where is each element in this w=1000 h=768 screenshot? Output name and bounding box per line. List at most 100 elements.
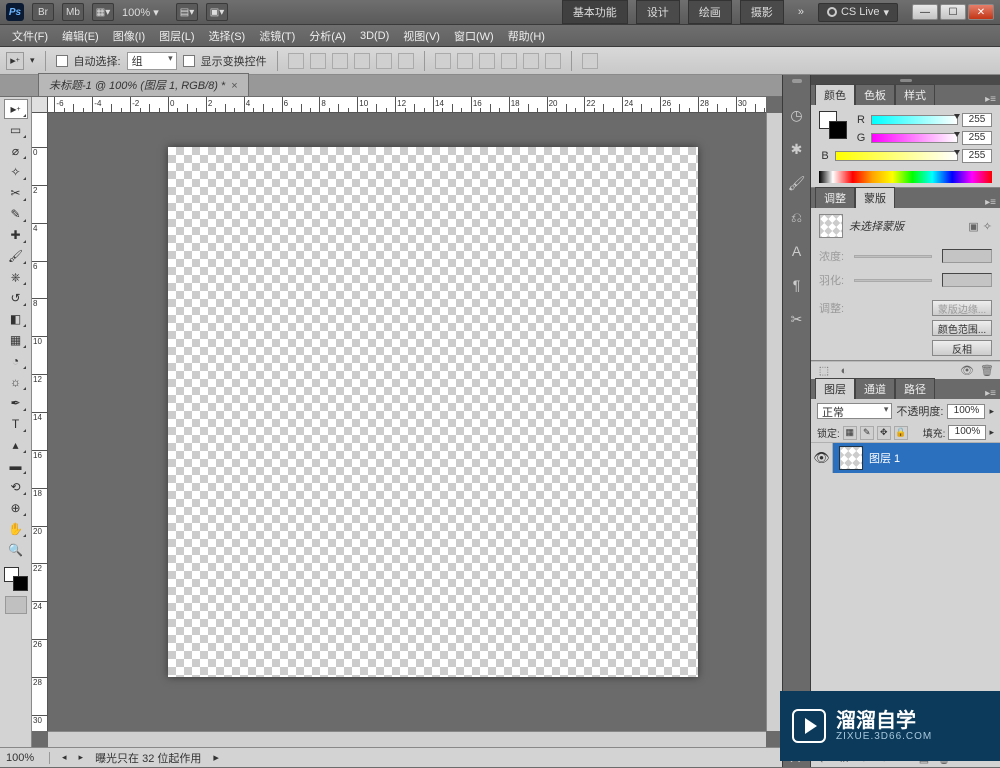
workspace-more[interactable]: » [792, 6, 810, 18]
brush-preset-icon[interactable]: 🖌 [787, 173, 807, 193]
panel-menu-icon[interactable]: ▸≡ [981, 197, 1000, 208]
scrollbar-vertical[interactable] [766, 113, 782, 731]
close-tab-icon[interactable]: × [231, 80, 237, 92]
color-spectrum[interactable] [819, 171, 992, 183]
delete-mask-icon[interactable]: 🗑 [980, 364, 994, 378]
align-icon[interactable] [310, 53, 326, 69]
3d-tool[interactable]: ⟲ [4, 477, 28, 497]
3d-camera-tool[interactable]: ⊕ [4, 498, 28, 518]
bridge-button[interactable]: Br [32, 3, 54, 21]
menu-help[interactable]: 帮助(H) [502, 26, 551, 46]
menu-view[interactable]: 视图(V) [397, 26, 446, 46]
hand-tool[interactable]: ✋ [4, 519, 28, 539]
tools-preset-icon[interactable]: ✂ [787, 309, 807, 329]
brush-tool[interactable]: 🖌 [4, 246, 28, 266]
lock-transparency-icon[interactable]: ▦ [843, 426, 857, 440]
menu-window[interactable]: 窗口(W) [448, 26, 500, 46]
pen-tool[interactable]: ✒ [4, 393, 28, 413]
character-icon[interactable]: A [787, 241, 807, 261]
color-swatches[interactable] [4, 567, 28, 591]
distribute-icon[interactable] [457, 53, 473, 69]
vector-mask-icon[interactable]: ✧ [983, 220, 992, 233]
arrange-docs-button[interactable]: ▤▾ [176, 3, 198, 21]
workspace-tab-photo[interactable]: 摄影 [740, 0, 784, 24]
b-slider[interactable] [835, 151, 958, 161]
layer-row[interactable]: 👁 图层 1 [811, 443, 1000, 473]
dodge-tool[interactable]: ☼ [4, 372, 28, 392]
auto-select-mode[interactable]: 组 [127, 52, 177, 70]
menu-analysis[interactable]: 分析(A) [303, 26, 352, 46]
invert-button[interactable]: 反相 [932, 340, 992, 356]
distribute-icon[interactable] [435, 53, 451, 69]
workspace-tab-basic[interactable]: 基本功能 [562, 0, 628, 24]
eraser-tool[interactable]: ◧ [4, 309, 28, 329]
g-value[interactable]: 255 [962, 131, 992, 145]
status-zoom[interactable]: 100% [6, 752, 50, 764]
g-slider[interactable] [871, 133, 958, 143]
mask-edge-button[interactable]: 蒙版边缘... [932, 300, 992, 316]
brushset-icon[interactable]: ✱ [787, 139, 807, 159]
align-icon[interactable] [354, 53, 370, 69]
r-value[interactable]: 255 [962, 113, 992, 127]
r-slider[interactable] [871, 115, 958, 125]
quickmask-toggle[interactable] [5, 596, 27, 614]
lock-position-icon[interactable]: ✥ [877, 426, 891, 440]
distribute-icon[interactable] [545, 53, 561, 69]
menu-edit[interactable]: 编辑(E) [56, 26, 105, 46]
zoom-tool[interactable]: 🔍 [4, 540, 28, 560]
tab-layers[interactable]: 图层 [815, 378, 855, 399]
move-tool-preset[interactable]: ▸+ [6, 52, 24, 70]
align-icon[interactable] [332, 53, 348, 69]
tab-adjustments[interactable]: 调整 [815, 187, 855, 208]
menu-3d[interactable]: 3D(D) [354, 28, 395, 44]
zoom-display[interactable]: 100% ▾ [122, 6, 168, 19]
paragraph-icon[interactable]: ¶ [787, 275, 807, 295]
screen-mode-button[interactable]: ▣▾ [206, 3, 228, 21]
gradient-tool[interactable]: ▦ [4, 330, 28, 350]
view-extras-button[interactable]: ▦▾ [92, 3, 114, 21]
tab-channels[interactable]: 通道 [855, 378, 895, 399]
align-icon[interactable] [376, 53, 392, 69]
distribute-icon[interactable] [523, 53, 539, 69]
tab-color[interactable]: 颜色 [815, 84, 855, 105]
distribute-icon[interactable] [501, 53, 517, 69]
stamp-tool[interactable]: ⎈ [4, 267, 28, 287]
distribute-icon[interactable] [479, 53, 495, 69]
align-icon[interactable] [398, 53, 414, 69]
menu-filter[interactable]: 滤镜(T) [253, 26, 301, 46]
visibility-icon[interactable]: 👁 [811, 443, 833, 473]
ruler-vertical[interactable]: 024681012141618202224262830 [32, 113, 48, 731]
close-button[interactable]: ✕ [968, 4, 994, 20]
disable-mask-icon[interactable]: 👁 [960, 364, 974, 378]
menu-image[interactable]: 图像(I) [107, 26, 151, 46]
lock-pixels-icon[interactable]: ✎ [860, 426, 874, 440]
b-value[interactable]: 255 [962, 149, 992, 163]
menu-file[interactable]: 文件(F) [6, 26, 54, 46]
ruler-origin[interactable] [32, 97, 48, 113]
path-select-tool[interactable]: ▴ [4, 435, 28, 455]
healing-tool[interactable]: ✚ [4, 225, 28, 245]
layer-name[interactable]: 图层 1 [869, 450, 900, 466]
color-swatch-pair[interactable] [819, 111, 847, 139]
document-tab[interactable]: 未标题-1 @ 100% (图层 1, RGB/8) *× [38, 73, 249, 96]
magic-wand-tool[interactable]: ✧ [4, 162, 28, 182]
minibridge-button[interactable]: Mb [62, 3, 84, 21]
tab-masks[interactable]: 蒙版 [855, 187, 895, 208]
layer-thumbnail[interactable] [839, 446, 863, 470]
minimize-button[interactable]: — [912, 4, 938, 20]
apply-mask-icon[interactable]: ◐ [837, 364, 851, 378]
cslive-button[interactable]: CS Live▾ [818, 3, 898, 22]
viewport[interactable] [48, 113, 766, 731]
workspace-tab-design[interactable]: 设计 [636, 0, 680, 24]
opacity-value[interactable]: 100% [947, 404, 985, 419]
tab-paths[interactable]: 路径 [895, 378, 935, 399]
status-next-icon[interactable]: ▸ [79, 752, 84, 763]
panel-menu-icon[interactable]: ▸≡ [981, 94, 1000, 105]
scrollbar-horizontal[interactable] [48, 731, 766, 747]
canvas[interactable] [168, 147, 698, 677]
type-tool[interactable]: T [4, 414, 28, 434]
auto-align-icon[interactable] [582, 53, 598, 69]
tab-styles[interactable]: 样式 [895, 84, 935, 105]
color-range-button[interactable]: 颜色范围... [932, 320, 992, 336]
menu-select[interactable]: 选择(S) [203, 26, 252, 46]
